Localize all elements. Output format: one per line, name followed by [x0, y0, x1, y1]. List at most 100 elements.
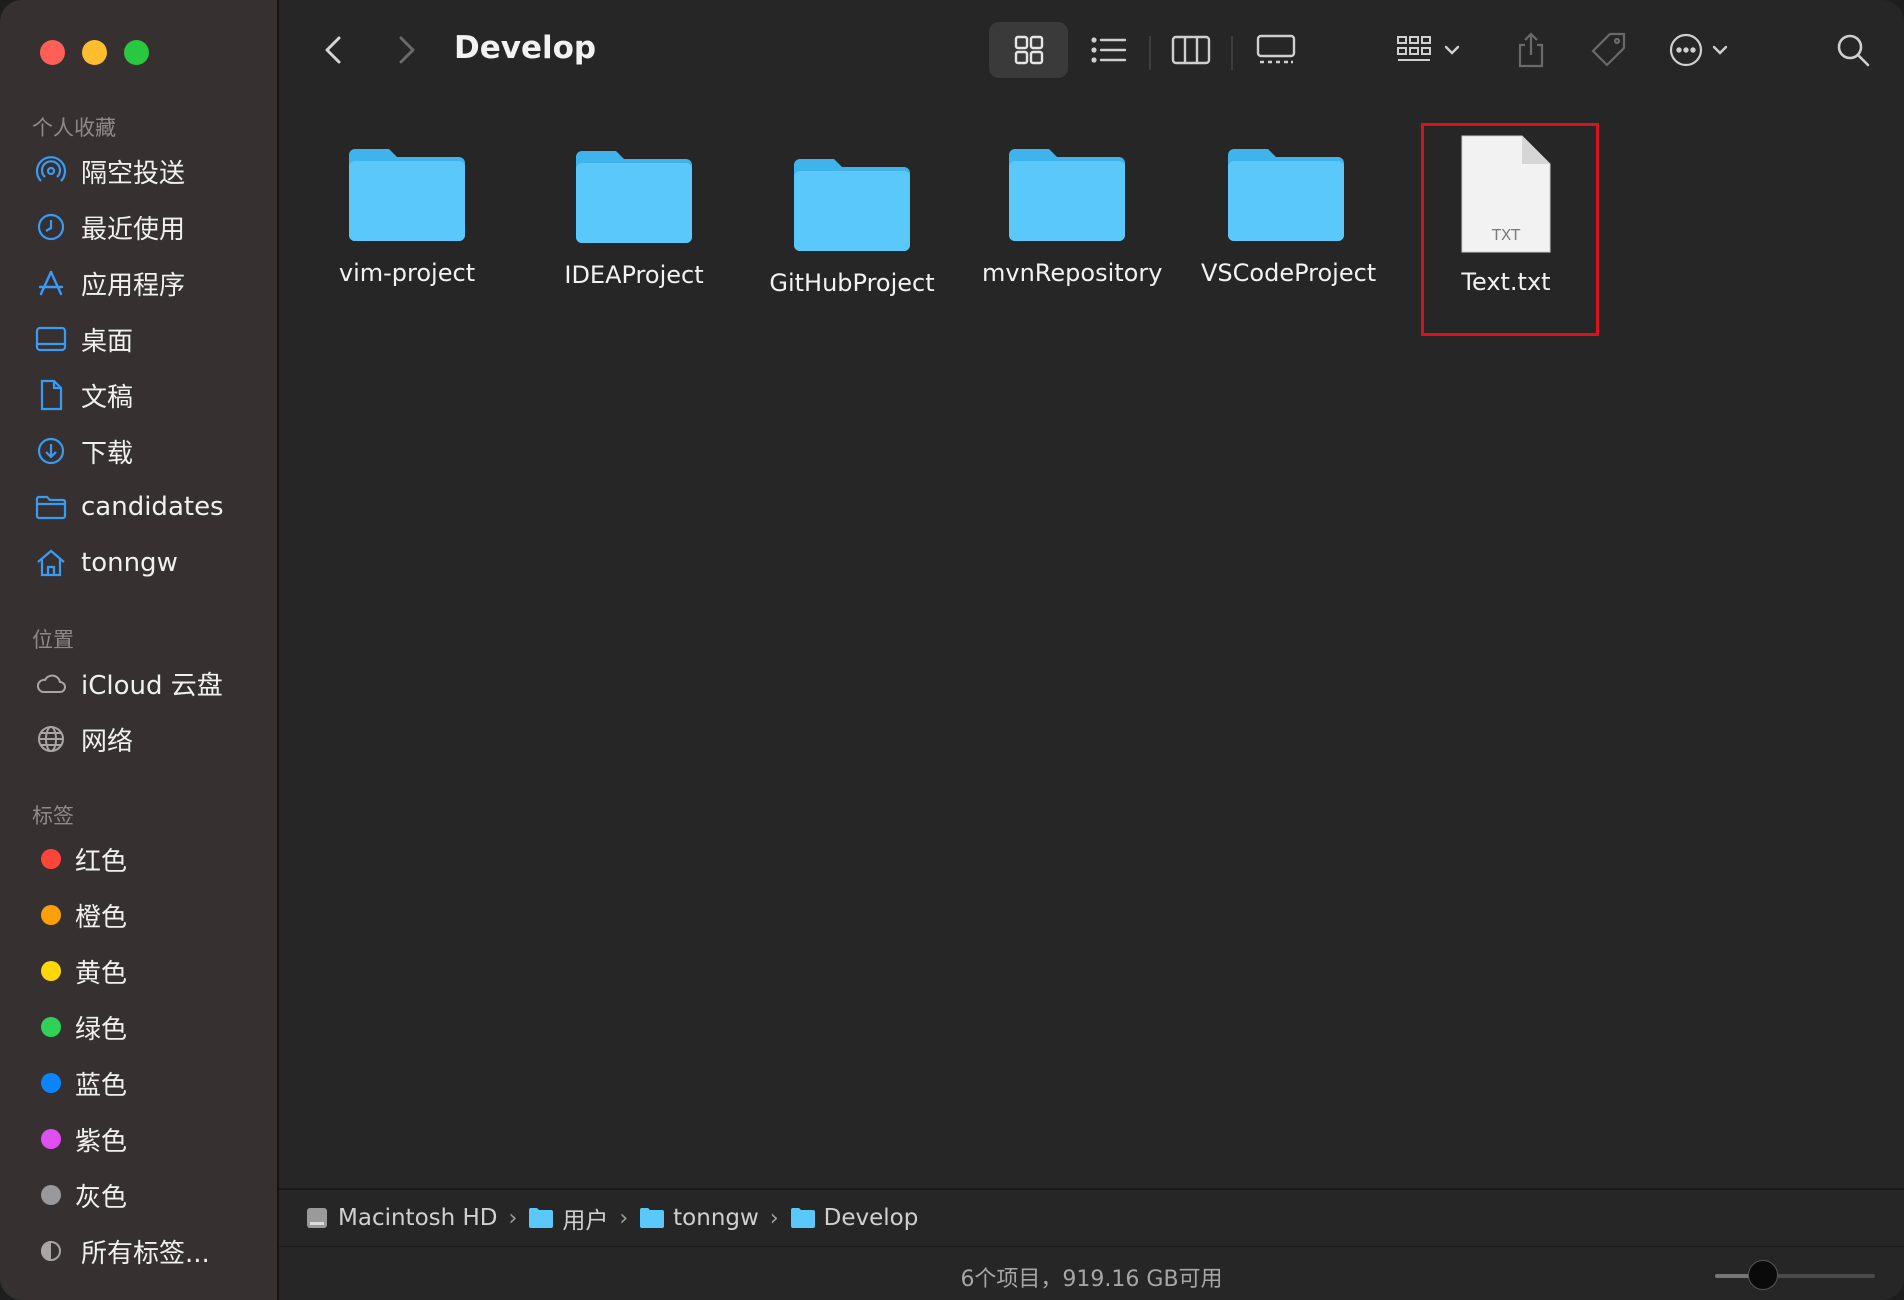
selection-highlight — [1421, 123, 1599, 336]
sidebar-item-label: 黄色 — [75, 958, 128, 989]
chevron-down-icon — [1444, 45, 1460, 55]
network-icon — [34, 722, 68, 756]
sidebar-item-label: 蓝色 — [75, 1070, 128, 1101]
more-actions-button[interactable] — [1659, 22, 1739, 78]
group-icon — [1397, 36, 1431, 61]
sidebar-all-tags[interactable]: 所有标签... — [34, 1226, 210, 1276]
sidebar-tag-orange[interactable]: 橙色 — [34, 890, 127, 940]
file-item-mvnrepository[interactable]: mvnRepository — [982, 145, 1163, 287]
sidebar: 个人收藏 隔空投送 最近使用 应用程序 桌面 文稿 下载 candidates … — [0, 0, 279, 1300]
path-segment-users[interactable]: 用户 — [528, 1201, 608, 1235]
path-segment-macintosh-hd[interactable]: Macintosh HD — [304, 1205, 498, 1231]
share-icon — [1518, 32, 1544, 68]
file-item-ideaproject[interactable]: IDEAProject — [549, 147, 719, 289]
share-button[interactable] — [1501, 22, 1561, 78]
sidebar-item-candidates[interactable]: candidates — [34, 482, 224, 532]
sidebar-item-label: iCloud 云盘 — [81, 670, 223, 701]
tag-dot-icon — [41, 1185, 61, 1205]
folder-icon — [576, 151, 692, 243]
forward-button[interactable] — [389, 28, 425, 72]
folder-icon — [34, 490, 68, 524]
sidebar-tag-green[interactable]: 绿色 — [34, 1002, 127, 1052]
document-icon — [34, 378, 68, 412]
column-view-button[interactable] — [1161, 22, 1221, 78]
tag-button[interactable] — [1579, 22, 1639, 78]
sidebar-tag-gray[interactable]: 灰色 — [34, 1170, 127, 1220]
file-item-githubproject[interactable]: GitHubProject — [767, 155, 937, 297]
sidebar-item-label: 隔空投送 — [81, 158, 186, 189]
file-name: GitHubProject — [769, 269, 935, 297]
sidebar-item-label: 橙色 — [75, 902, 128, 933]
sidebar-item-desktop[interactable]: 桌面 — [34, 314, 133, 364]
file-name: vim-project — [338, 259, 476, 287]
sidebar-item-label: tonngw — [81, 548, 178, 578]
file-item-vim-project[interactable]: vim-project — [322, 145, 492, 287]
sidebar-tag-purple[interactable]: 紫色 — [34, 1114, 127, 1164]
home-folder-icon — [639, 1207, 665, 1229]
sidebar-tag-blue[interactable]: 蓝色 — [34, 1058, 127, 1108]
path-segment-tonngw[interactable]: tonngw — [639, 1205, 759, 1231]
chevron-right-icon — [399, 36, 415, 64]
path-label: 用户 — [562, 1208, 609, 1234]
sidebar-item-home[interactable]: tonngw — [34, 538, 178, 588]
file-item-vscodeproject[interactable]: VSCodeProject — [1201, 145, 1376, 287]
cloud-icon — [34, 666, 68, 700]
sidebar-item-label: 绿色 — [75, 1014, 128, 1045]
path-segment-develop[interactable]: Develop — [790, 1205, 919, 1231]
toolbar-divider — [1231, 36, 1233, 70]
folder-icon — [794, 159, 910, 251]
sidebar-tag-red[interactable]: 红色 — [34, 834, 127, 884]
sidebar-item-label: 紫色 — [75, 1126, 128, 1157]
list-view-button[interactable] — [1079, 22, 1139, 78]
folder-icon — [1228, 149, 1344, 241]
icon-view-button[interactable] — [989, 22, 1068, 78]
close-button[interactable] — [40, 40, 65, 65]
desktop-icon — [34, 322, 68, 356]
sidebar-item-label: candidates — [81, 492, 224, 522]
sidebar-item-applications[interactable]: 应用程序 — [34, 258, 185, 308]
tag-dot-icon — [41, 849, 61, 869]
locations-section-title: 位置 — [32, 628, 74, 652]
home-icon — [34, 546, 68, 580]
tags-section-title: 标签 — [32, 804, 74, 828]
sidebar-item-airdrop[interactable]: 隔空投送 — [34, 146, 185, 196]
chevron-left-icon — [325, 36, 341, 64]
path-label: Develop — [823, 1205, 919, 1231]
hard-drive-icon — [304, 1205, 330, 1231]
file-name: IDEAProject — [564, 261, 704, 289]
airdrop-icon — [34, 154, 68, 188]
slider-knob[interactable] — [1748, 1260, 1778, 1290]
path-label: tonngw — [673, 1205, 759, 1231]
tag-dot-icon — [41, 1073, 61, 1093]
sidebar-item-label: 所有标签... — [81, 1238, 210, 1269]
finder-window: 个人收藏 隔空投送 最近使用 应用程序 桌面 文稿 下载 candidates … — [0, 0, 1904, 1300]
tag-dot-icon — [41, 961, 61, 981]
sidebar-item-icloud[interactable]: iCloud 云盘 — [34, 658, 223, 708]
sidebar-item-label: 文稿 — [81, 382, 134, 413]
sidebar-item-recents[interactable]: 最近使用 — [34, 202, 185, 252]
toolbar: Develop — [279, 0, 1904, 100]
users-folder-icon — [528, 1207, 554, 1229]
group-by-button[interactable] — [1389, 22, 1469, 78]
path-bar: Macintosh HD › 用户 › tonngw › Develop — [279, 1188, 1904, 1246]
status-bar: 6个项目，919.16 GB可用 — [279, 1246, 1904, 1300]
folder-icon — [349, 149, 465, 241]
back-button[interactable] — [315, 28, 351, 72]
sidebar-item-documents[interactable]: 文稿 — [34, 370, 133, 420]
sidebar-item-label: 最近使用 — [81, 214, 186, 245]
zoom-button[interactable] — [124, 40, 149, 65]
icon-size-slider[interactable] — [1715, 1274, 1875, 1278]
chevron-right-icon: › — [619, 1205, 629, 1231]
folder-icon — [790, 1207, 816, 1229]
sidebar-item-label: 桌面 — [81, 326, 134, 357]
applications-icon — [34, 266, 68, 300]
minimize-button[interactable] — [82, 40, 107, 65]
search-button[interactable] — [1825, 22, 1881, 78]
file-name: mvnRepository — [982, 259, 1163, 287]
sidebar-item-downloads[interactable]: 下载 — [34, 426, 133, 476]
sidebar-item-network[interactable]: 网络 — [34, 714, 133, 764]
sidebar-tag-yellow[interactable]: 黄色 — [34, 946, 127, 996]
path-label: Macintosh HD — [338, 1205, 498, 1231]
status-text: 6个项目，919.16 GB可用 — [960, 1267, 1223, 1292]
gallery-view-button[interactable] — [1241, 22, 1311, 78]
